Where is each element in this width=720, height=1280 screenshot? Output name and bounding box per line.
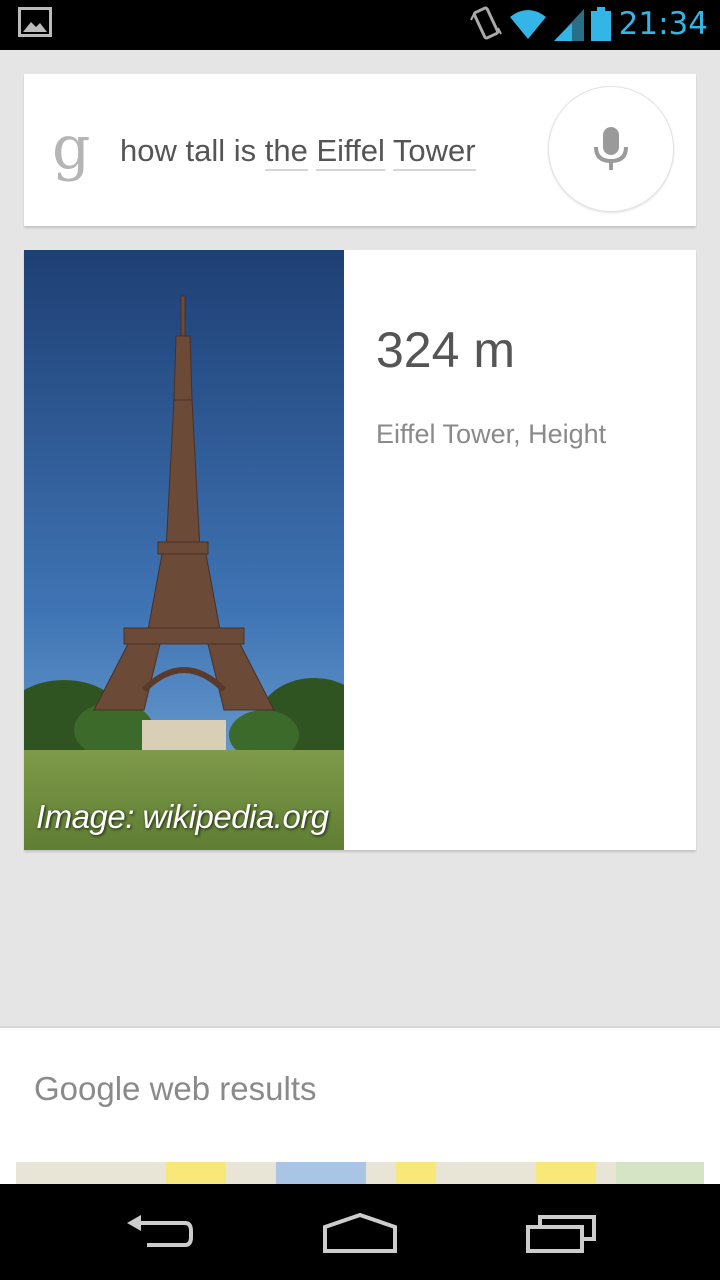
status-bar: 21:34 xyxy=(0,0,720,50)
search-query[interactable]: how tall is the Eiffel Tower xyxy=(120,128,476,174)
query-word-tower: Tower xyxy=(392,133,476,171)
eiffel-tower-image xyxy=(24,250,344,850)
wifi-icon xyxy=(510,10,546,39)
status-icons xyxy=(470,4,612,44)
image-credit: Image: wikipedia.org xyxy=(36,798,329,835)
navigation-bar xyxy=(0,1184,720,1280)
map-thumbnail[interactable] xyxy=(16,1162,704,1184)
query-word-eiffel: Eiffel xyxy=(316,133,385,171)
google-g-logo: g xyxy=(52,113,91,183)
recent-apps-button[interactable] xyxy=(502,1198,622,1268)
answer-label: Eiffel Tower, Height xyxy=(376,419,607,449)
microphone-icon xyxy=(594,127,628,170)
status-time: 21:34 xyxy=(618,6,708,42)
battery-icon xyxy=(591,7,611,41)
image-notification-icon xyxy=(18,7,52,37)
recent-apps-icon xyxy=(526,1215,596,1253)
signal-icon xyxy=(554,9,584,41)
answer-value: 324 m xyxy=(376,322,515,378)
back-icon xyxy=(127,1215,193,1247)
query-word-the: the xyxy=(264,133,308,171)
home-button[interactable] xyxy=(300,1198,420,1268)
home-icon xyxy=(323,1213,397,1253)
vibrate-icon xyxy=(470,6,502,40)
web-results-title: Google web results xyxy=(34,1070,317,1107)
eiffel-tower-photo[interactable]: Image: wikipedia.org xyxy=(24,250,344,850)
back-button[interactable] xyxy=(100,1198,220,1268)
query-plain-text: how tall is xyxy=(120,133,265,168)
voice-search-button[interactable] xyxy=(548,86,674,212)
